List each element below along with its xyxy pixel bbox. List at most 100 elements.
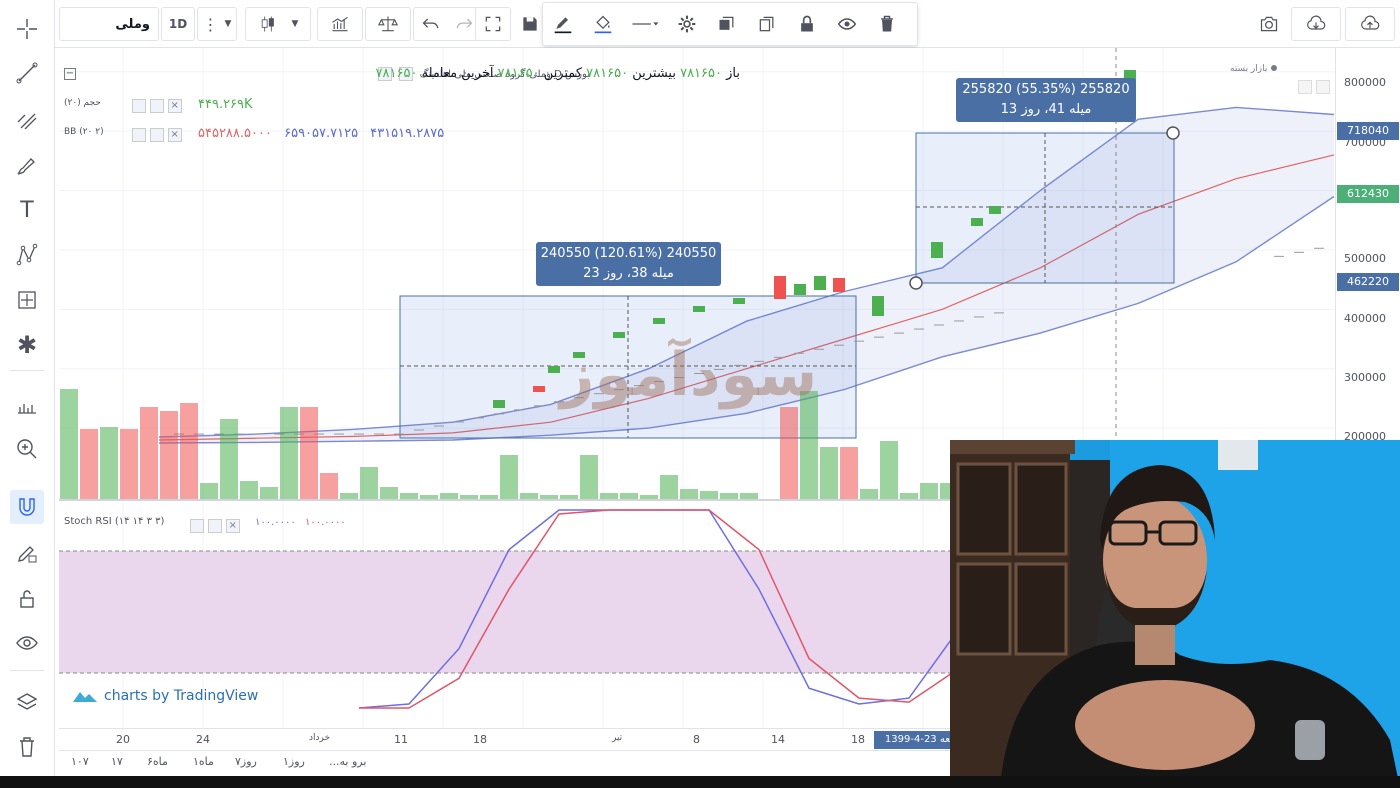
- pitchfork-icon[interactable]: [10, 103, 44, 137]
- timeframe-button[interactable]: ۱روز: [283, 755, 305, 768]
- pane-down-icon[interactable]: [1315, 80, 1330, 94]
- range-handle: [909, 276, 923, 290]
- load-chart-button[interactable]: [1291, 7, 1341, 41]
- fullscreen-button[interactable]: [475, 7, 511, 41]
- candle: [989, 206, 1001, 214]
- timeframe-button[interactable]: ۷روز: [235, 755, 257, 768]
- time-tick: تیر: [612, 733, 623, 743]
- undo-button[interactable]: [413, 7, 447, 41]
- drawing-properties-toolbar: [542, 2, 918, 46]
- timeframe-button[interactable]: ۶ماه: [147, 755, 168, 768]
- visual-order-button[interactable]: [707, 4, 747, 44]
- line-style-button[interactable]: [623, 4, 667, 44]
- zoom-in-icon[interactable]: [10, 432, 44, 466]
- measure-ruler-icon[interactable]: [10, 388, 44, 422]
- volume-legend-value: ۴۴۹.۲۶۹K: [198, 97, 253, 112]
- volume-bar: [500, 455, 518, 499]
- volume-bar: [120, 429, 138, 499]
- crosshair-icon[interactable]: [10, 12, 44, 46]
- volume-bar: [520, 493, 538, 499]
- volume-bar: [260, 487, 278, 499]
- volume-bar: [180, 403, 198, 499]
- candle: [774, 276, 786, 299]
- layers-icon[interactable]: [10, 686, 44, 720]
- candle: [794, 284, 806, 295]
- pane-up-icon[interactable]: [1298, 80, 1312, 94]
- chart-type-button[interactable]: ▼: [245, 7, 311, 41]
- prediction-measure-icon[interactable]: [10, 283, 44, 317]
- fill-color-button[interactable]: [583, 4, 623, 44]
- video-letterbox: [0, 776, 1400, 788]
- gear-icon[interactable]: [149, 127, 164, 142]
- hide-button[interactable]: [827, 4, 867, 44]
- compare-button[interactable]: [365, 7, 411, 41]
- volume-bar: [220, 419, 238, 499]
- unlock-icon[interactable]: [10, 582, 44, 616]
- interval-button[interactable]: 1D: [161, 7, 195, 41]
- time-tick: 14: [771, 733, 785, 746]
- market-status-dot-icon: [1271, 65, 1278, 71]
- symbol-search-button[interactable]: وملی: [59, 7, 159, 41]
- save-layout-button[interactable]: [517, 7, 543, 41]
- volume-bar: [900, 493, 918, 499]
- tradingview-attribution[interactable]: charts by TradingView: [72, 688, 258, 704]
- eye-icon[interactable]: [132, 127, 146, 142]
- more-vertical-icon: ⋮: [202, 14, 219, 34]
- time-tick: 8: [693, 733, 700, 746]
- eye-icon[interactable]: [10, 626, 44, 660]
- pattern-icon[interactable]: [10, 238, 44, 272]
- eye-icon[interactable]: [190, 518, 204, 533]
- settings-button[interactable]: [667, 4, 707, 44]
- candle: [833, 278, 845, 292]
- tradingview-screen: T ✱ وملی 1D ⋮ ▼ ▼ − بورس D وملی-گروه صنع…: [0, 0, 1400, 788]
- close-icon[interactable]: ×: [167, 98, 182, 113]
- line-color-button[interactable]: [543, 4, 583, 44]
- volume-bar: [160, 411, 178, 499]
- close-icon[interactable]: ×: [225, 518, 240, 533]
- price-badge-lower: 462220: [1337, 273, 1399, 291]
- interval-menu-button[interactable]: ⋮ ▼: [197, 7, 237, 41]
- icon-shapes-icon[interactable]: ✱: [10, 328, 44, 362]
- gear-icon[interactable]: [149, 98, 164, 113]
- pane-controls: [1298, 80, 1330, 97]
- trash-icon[interactable]: [10, 730, 44, 764]
- close-icon[interactable]: ×: [167, 127, 182, 142]
- legend-collapse-icon[interactable]: −: [64, 67, 76, 80]
- redo-icon: [456, 18, 472, 29]
- legend-ohlc-values: باز ۷۸۱۶۵۰ بیشترین ۷۸۱۶۵۰ کمترین ۷۸۱۶۵۰ …: [240, 66, 740, 81]
- volume-bar: [380, 487, 398, 499]
- tradingview-logo-icon: [73, 692, 97, 702]
- timeframe-button[interactable]: ۱۷: [111, 755, 123, 768]
- delete-button[interactable]: [867, 4, 907, 44]
- clone-icon: [759, 16, 774, 32]
- lock-button[interactable]: [787, 4, 827, 44]
- timeframe-button[interactable]: ۱۰۷: [71, 755, 89, 768]
- bb-upper-value: ۶۵۹۰۵۷.۷۱۲۵: [284, 126, 359, 141]
- volume-bar: [700, 491, 718, 499]
- save-icon: [523, 17, 537, 31]
- text-tool-icon[interactable]: T: [10, 193, 44, 227]
- volume-bar: [600, 493, 618, 499]
- indicators-button[interactable]: [317, 7, 363, 41]
- volume-bar: [200, 483, 218, 499]
- volume-bar: [300, 407, 318, 499]
- brush-icon[interactable]: [10, 148, 44, 182]
- gear-icon[interactable]: [207, 518, 222, 533]
- cloud-upload-icon: [1361, 15, 1380, 30]
- trend-line-icon[interactable]: [10, 56, 44, 90]
- magnet-icon[interactable]: [10, 490, 44, 524]
- ohlc-low-value: ۷۸۱۶۵۰: [497, 66, 540, 81]
- time-tick: خرداد: [309, 733, 331, 743]
- market-status: بازار بسته: [1230, 64, 1278, 74]
- lock-drawing-icon[interactable]: [10, 536, 44, 570]
- clone-button[interactable]: [747, 4, 787, 44]
- timeframe-button[interactable]: ۱ماه: [193, 755, 214, 768]
- goto-date-button[interactable]: ...برو به: [329, 755, 366, 768]
- ohlc-close-value: ۷۸۱۶۵۰: [375, 66, 418, 81]
- eye-icon[interactable]: [132, 98, 146, 113]
- volume-bar: [440, 493, 458, 499]
- bb-legend-controls: ×: [132, 127, 182, 142]
- volume-bar: [420, 495, 438, 499]
- save-chart-button[interactable]: [1345, 7, 1395, 41]
- screenshot-button[interactable]: [1253, 7, 1285, 41]
